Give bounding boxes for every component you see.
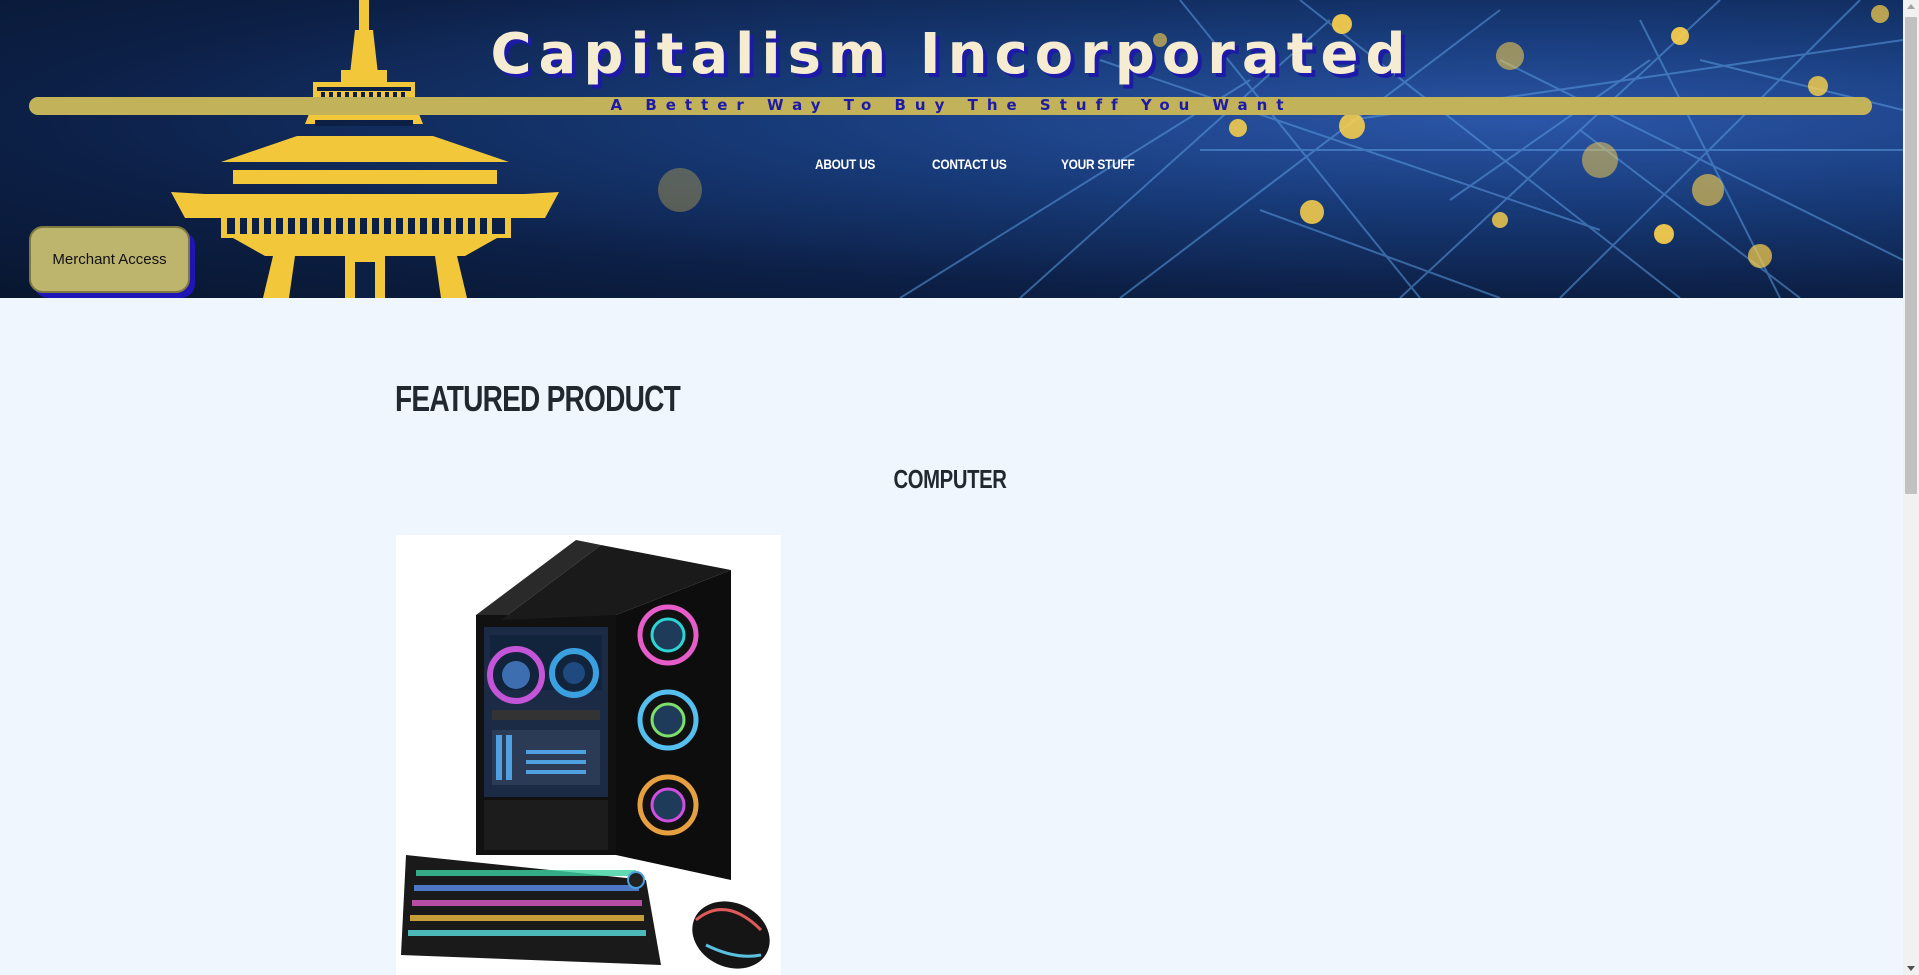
nav-link-contact-us[interactable]: Contact Us [932,156,1007,172]
site-tagline: A Better Way To Buy The Stuff You Want [610,96,1293,114]
scroll-up-arrow-icon[interactable] [1907,4,1915,9]
featured-product-name: COMPUTER [893,464,1007,494]
site-title: Capitalism Incorporated [490,22,1413,87]
merchant-access-button[interactable]: Merchant Access [29,226,190,293]
gaming-pc-image [401,540,770,969]
scroll-thumb[interactable] [1905,17,1917,494]
product-image[interactable] [396,535,781,975]
nav-link-about-us[interactable]: About Us [815,156,875,172]
main-nav: About Us Contact Us Your Stuff [0,156,1903,176]
featured-section-title: FEATURED PRODUCT [395,378,681,419]
nav-link-your-stuff[interactable]: Your Stuff [1061,156,1135,172]
site-header: Capitalism Incorporated A Better Way To … [0,0,1903,298]
page-scrollbar[interactable] [1903,0,1919,975]
scroll-down-arrow-icon[interactable] [1907,966,1915,971]
